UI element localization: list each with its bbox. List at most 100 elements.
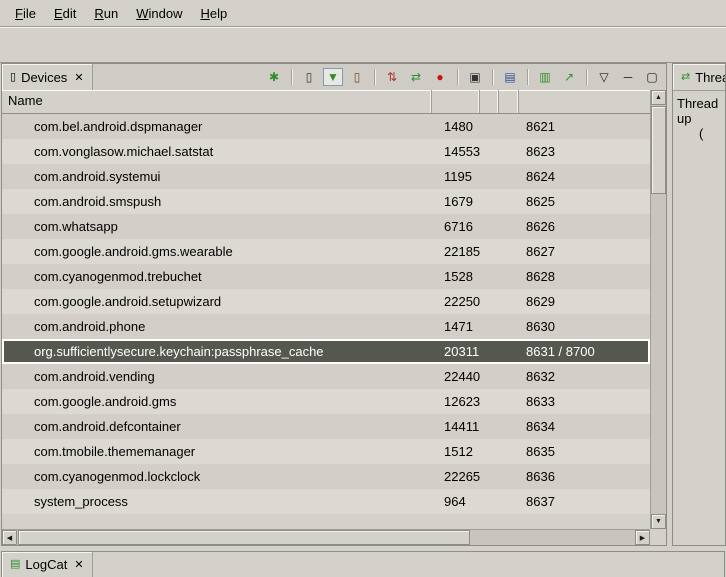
tab-devices-label: Devices (21, 70, 67, 85)
process-port: 8629 (519, 294, 650, 309)
table-row[interactable]: com.google.android.gms.wearable 22185 86… (2, 239, 650, 264)
threads-icon: ⇄ (681, 72, 690, 83)
process-pid: 1480 (432, 119, 480, 134)
tab-devices[interactable]: ▯ Devices ✕ (2, 64, 93, 90)
process-name: org.sufficientlysecure.keychain:passphra… (2, 344, 432, 359)
process-pid: 1512 (432, 444, 480, 459)
process-port: 8636 (519, 469, 650, 484)
update-threads-icon[interactable]: ⇅ (382, 68, 402, 86)
menu-window[interactable]: Window (127, 3, 191, 24)
process-port: 8626 (519, 219, 650, 234)
table-row[interactable]: com.tmobile.thememanager 1512 8635 (2, 439, 650, 464)
network-stats-icon[interactable]: ▥ (535, 68, 555, 86)
scrollbar-corner (650, 529, 666, 545)
minimize-icon[interactable]: ─ (618, 68, 638, 86)
column-header-port[interactable] (519, 90, 650, 113)
dump-hprof-icon[interactable]: ▼ (323, 68, 343, 86)
column-header-pid[interactable] (432, 90, 480, 113)
hierarchy-view-icon[interactable]: ↗ (559, 68, 579, 86)
tab-devices-close-icon[interactable]: ✕ (72, 71, 83, 84)
screen-capture-icon[interactable]: ▣ (465, 68, 485, 86)
cause-gc-icon[interactable]: ▯ (347, 68, 367, 86)
logcat-bar: ▤ LogCat ✕ (1, 551, 725, 577)
process-pid: 22440 (432, 369, 480, 384)
table-row[interactable]: com.whatsapp 6716 8626 (2, 214, 650, 239)
process-pid: 12623 (432, 394, 480, 409)
process-port: 8631 / 8700 (519, 344, 650, 359)
scroll-up-icon[interactable]: ▲ (651, 90, 666, 105)
devices-tabbar: ▯ Devices ✕ ✱▯▼▯⇅⇄●▣▤▥↗▽─▢ (2, 64, 666, 91)
process-name: com.google.android.gms (2, 394, 432, 409)
process-name: com.google.android.setupwizard (2, 294, 432, 309)
toolbar-separator (586, 69, 587, 85)
column-header-name[interactable]: Name (2, 90, 432, 113)
devices-toolbar: ✱ ▯▼▯ ⇅⇄● ▣ ▤ ▥↗ ▽─▢ (264, 64, 666, 90)
process-name: com.android.systemui (2, 169, 432, 184)
process-port: 8630 (519, 319, 650, 334)
start-method-profiling-icon[interactable]: ⇄ (406, 68, 426, 86)
maximize-icon[interactable]: ▢ (642, 68, 662, 86)
table-row[interactable]: com.android.defcontainer 14411 8634 (2, 414, 650, 439)
table-row[interactable]: com.android.phone 1471 8630 (2, 314, 650, 339)
process-pid: 14411 (432, 419, 480, 434)
process-name: com.android.phone (2, 319, 432, 334)
main-toolbar (0, 27, 726, 63)
process-name: com.android.vending (2, 369, 432, 384)
debug-process-icon[interactable]: ✱ (264, 68, 284, 86)
threads-message: Thread up ( (673, 91, 725, 146)
tab-threads-label: Threads (695, 70, 725, 85)
system-report-icon[interactable]: ▤ (500, 68, 520, 86)
column-header-spacer-2[interactable] (499, 90, 519, 113)
table-row[interactable]: com.vonglasow.michael.satstat 14553 8623 (2, 139, 650, 164)
scroll-left-icon[interactable]: ◀ (2, 530, 17, 545)
menu-file[interactable]: File (6, 3, 45, 24)
process-pid: 14553 (432, 144, 480, 159)
tab-logcat-label: LogCat (25, 557, 67, 572)
menubar: File Edit Run Window Help (0, 0, 726, 27)
process-name: com.cyanogenmod.trebuchet (2, 269, 432, 284)
process-name: com.tmobile.thememanager (2, 444, 432, 459)
menu-edit[interactable]: Edit (45, 3, 85, 24)
device-icon: ▯ (10, 72, 16, 83)
table-row[interactable]: com.android.smspush 1679 8625 (2, 189, 650, 214)
horizontal-scroll-thumb[interactable] (18, 530, 470, 545)
table-row[interactable]: com.android.systemui 1195 8624 (2, 164, 650, 189)
menu-run[interactable]: Run (85, 3, 127, 24)
horizontal-scrollbar[interactable]: ◀ ▶ (2, 529, 650, 545)
table-row[interactable]: system_process 964 8637 (2, 489, 650, 514)
table-row[interactable]: org.sufficientlysecure.keychain:passphra… (2, 339, 650, 364)
vertical-scrollbar[interactable]: ▲ ▼ (650, 90, 666, 529)
tab-logcat[interactable]: ▤ LogCat ✕ (2, 552, 93, 577)
table-row[interactable]: com.android.vending 22440 8632 (2, 364, 650, 389)
process-name: com.android.defcontainer (2, 419, 432, 434)
process-pid: 6716 (432, 219, 480, 234)
toolbar-separator (527, 69, 528, 85)
table-row[interactable]: com.cyanogenmod.trebuchet 1528 8628 (2, 264, 650, 289)
view-menu-icon[interactable]: ▽ (594, 68, 614, 86)
process-pid: 22185 (432, 244, 480, 259)
menu-help[interactable]: Help (191, 3, 236, 24)
process-pid: 1528 (432, 269, 480, 284)
threads-message-line2: ( (677, 126, 721, 141)
device-table-body: com.bel.android.dspmanager 1480 8621 com… (2, 114, 650, 529)
process-port: 8624 (519, 169, 650, 184)
update-heap-icon[interactable]: ▯ (299, 68, 319, 86)
tab-threads[interactable]: ⇄ Threads (673, 64, 725, 90)
toolbar-separator (457, 69, 458, 85)
column-header-spacer-1[interactable] (480, 90, 499, 113)
stop-process-icon[interactable]: ● (430, 68, 450, 86)
process-port: 8627 (519, 244, 650, 259)
process-pid: 964 (432, 494, 480, 509)
table-row[interactable]: com.google.android.setupwizard 22250 862… (2, 289, 650, 314)
tab-logcat-close-icon[interactable]: ✕ (72, 558, 83, 571)
process-pid: 1471 (432, 319, 480, 334)
process-name: com.whatsapp (2, 219, 432, 234)
process-name: com.vonglasow.michael.satstat (2, 144, 432, 159)
table-row[interactable]: com.bel.android.dspmanager 1480 8621 (2, 114, 650, 139)
vertical-scroll-thumb[interactable] (651, 106, 666, 194)
scroll-right-icon[interactable]: ▶ (635, 530, 650, 545)
process-port: 8621 (519, 119, 650, 134)
table-row[interactable]: com.google.android.gms 12623 8633 (2, 389, 650, 414)
scroll-down-icon[interactable]: ▼ (651, 514, 666, 529)
table-row[interactable]: com.cyanogenmod.lockclock 22265 8636 (2, 464, 650, 489)
